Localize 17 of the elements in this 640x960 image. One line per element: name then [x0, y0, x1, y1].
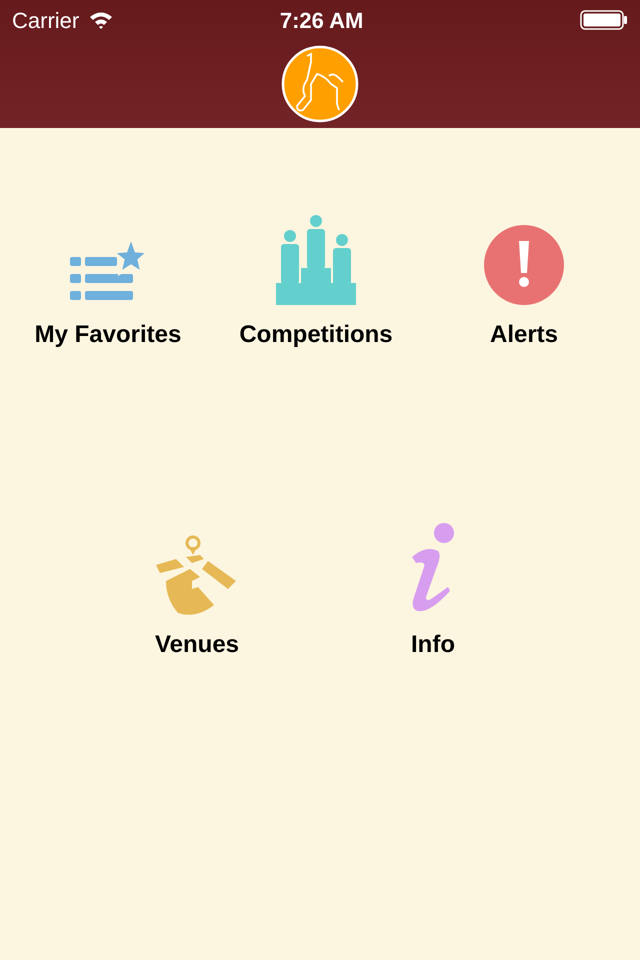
exclamation-icon: [484, 225, 564, 305]
tile-label: Info: [411, 633, 455, 657]
menu-tile[interactable]: My Favorites: [18, 213, 198, 347]
carrier-label: Carrier: [12, 6, 80, 34]
tile-label: My Favorites: [34, 323, 182, 347]
menu-tile[interactable]: Alerts: [434, 213, 614, 347]
tile-label: Competitions: [239, 323, 393, 347]
clock: 7:26 AM: [278, 6, 364, 34]
menu-tile[interactable]: Venues: [107, 523, 287, 657]
podium-icon: [276, 215, 356, 305]
wifi-icon: [89, 11, 114, 29]
menu-tile[interactable]: Competitions: [226, 213, 406, 347]
map-pin-icon: [156, 535, 238, 615]
menu-tile[interactable]: Info: [343, 523, 523, 657]
battery-icon: [580, 10, 628, 30]
tile-label: Alerts: [490, 323, 558, 347]
tile-label: Venues: [154, 633, 240, 657]
